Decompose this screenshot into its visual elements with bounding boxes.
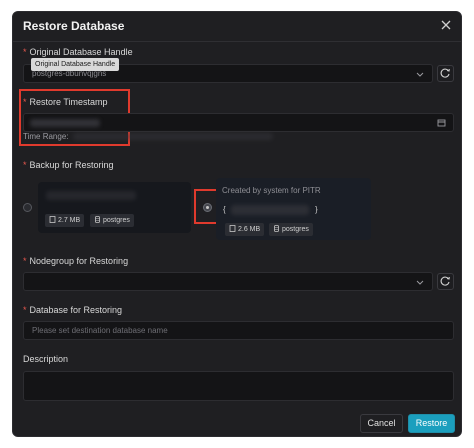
dialog-title: Restore Database	[23, 19, 125, 33]
backup-option-1-card[interactable]: 2.7 MB postgres	[38, 182, 191, 233]
restore-button[interactable]: Restore	[408, 414, 455, 433]
database-icon	[95, 216, 100, 223]
refresh-icon	[440, 68, 450, 78]
backup-option-2-brace-open: {	[223, 205, 226, 214]
timestamp-label: * Restore Timestamp	[23, 97, 108, 107]
nodegroup-label: * Nodegroup for Restoring	[23, 256, 129, 266]
chevron-down-icon	[416, 280, 424, 285]
database-name-placeholder: Please set destination database name	[32, 326, 168, 335]
handle-label: * Original Database Handle	[23, 47, 133, 57]
handle-refresh-button[interactable]	[437, 65, 454, 82]
timestamp-value-redacted	[30, 119, 100, 127]
backup-option-1-size: 2.7 MB	[45, 214, 85, 227]
close-icon[interactable]	[439, 18, 453, 32]
backup-option-2-subtitle: Created by system for PITR	[222, 186, 321, 195]
time-range-label: Time Range:	[23, 132, 69, 141]
timestamp-picker[interactable]	[23, 113, 454, 132]
backup-option-1-radio[interactable]	[23, 203, 32, 212]
dialog-header: Restore Database	[13, 12, 461, 42]
backup-option-2-engine: postgres	[269, 223, 313, 236]
handle-tooltip: Original Database Handle	[31, 58, 120, 71]
file-icon	[49, 216, 56, 223]
backup-option-1-engine: postgres	[90, 214, 134, 227]
backup-option-1-name-redacted	[46, 191, 136, 200]
database-label: * Database for Restoring	[23, 305, 123, 315]
nodegroup-refresh-button[interactable]	[437, 273, 454, 290]
cancel-button[interactable]: Cancel	[360, 414, 403, 433]
backup-option-2-brace-close: }	[315, 205, 318, 214]
nodegroup-select[interactable]	[23, 272, 433, 291]
description-textarea[interactable]	[23, 371, 454, 401]
backup-option-2-card[interactable]: Created by system for PITR { } 2.6 MB po…	[216, 178, 371, 240]
chevron-down-icon	[416, 72, 424, 77]
backup-option-2-radio[interactable]	[203, 203, 212, 212]
backup-option-2-id-redacted	[231, 205, 309, 215]
backup-option-2-size: 2.6 MB	[225, 223, 265, 236]
file-icon	[229, 225, 236, 232]
backup-label: * Backup for Restoring	[23, 160, 114, 170]
refresh-icon	[440, 276, 450, 286]
time-range-value-redacted	[73, 133, 273, 140]
database-name-input[interactable]: Please set destination database name	[23, 321, 454, 340]
database-icon	[274, 225, 279, 232]
description-label: Description	[23, 354, 69, 364]
restore-database-dialog: Restore Database * Original Database Hand…	[12, 11, 462, 437]
calendar-icon	[437, 119, 446, 127]
